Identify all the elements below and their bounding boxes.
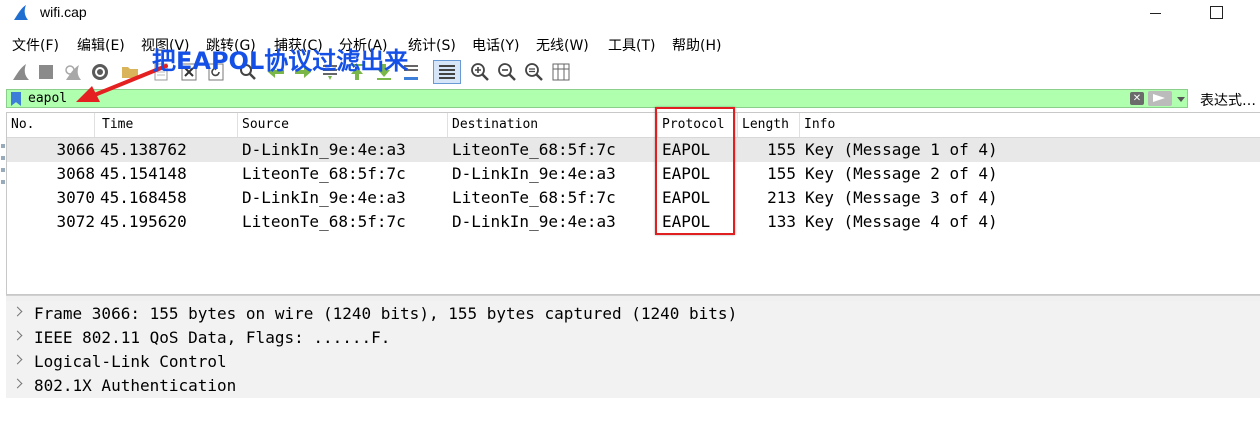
stop-square-icon[interactable] xyxy=(36,62,56,82)
packet-length: 155 xyxy=(767,140,796,159)
menu-help[interactable]: 帮助(H) xyxy=(672,35,721,55)
column-info[interactable]: Info xyxy=(800,113,1260,137)
display-filter-bar: ✕ xyxy=(6,89,1188,108)
expression-button[interactable]: 表达式… xyxy=(1200,90,1256,110)
zoom-in-icon[interactable] xyxy=(470,62,490,82)
minimize-button[interactable] xyxy=(1132,0,1178,28)
bookmark-icon[interactable] xyxy=(11,92,21,106)
column-time[interactable]: Time xyxy=(98,113,238,137)
tree-item-label: IEEE 802.11 QoS Data, Flags: ......F. xyxy=(34,328,391,347)
chevron-right-icon[interactable] xyxy=(12,378,23,389)
packet-list: No. Time Source Destination Protocol Len… xyxy=(6,112,1260,295)
packet-time: 45.195620 xyxy=(100,212,187,231)
apply-filter-button[interactable] xyxy=(1148,91,1172,106)
background-window-edge xyxy=(0,136,6,226)
menu-edit[interactable]: 编辑(E) xyxy=(77,35,125,55)
zoom-out-icon[interactable] xyxy=(497,62,517,82)
packet-details-tree: Frame 3066: 155 bytes on wire (1240 bits… xyxy=(6,301,1260,398)
packet-info: Key (Message 2 of 4) xyxy=(805,164,998,183)
packet-source: LiteonTe_68:5f:7c xyxy=(242,212,406,231)
packet-destination: D-LinkIn_9e:4e:a3 xyxy=(452,212,616,231)
packet-no: 3070 xyxy=(56,188,95,207)
chevron-right-icon[interactable] xyxy=(12,354,23,365)
column-source[interactable]: Source xyxy=(238,113,448,137)
packet-source: LiteonTe_68:5f:7c xyxy=(242,164,406,183)
display-filter-input[interactable] xyxy=(28,90,1123,107)
chevron-right-icon[interactable] xyxy=(12,306,23,317)
packet-row[interactable]: 3072 45.195620 LiteonTe_68:5f:7c D-LinkI… xyxy=(7,210,1260,234)
colorize-icon[interactable] xyxy=(433,60,461,84)
packet-length: 213 xyxy=(767,188,796,207)
protocol-column-highlight-box xyxy=(655,107,735,235)
maximize-button[interactable] xyxy=(1192,0,1238,28)
title-bar: wifi.cap xyxy=(0,0,1260,28)
menu-tools[interactable]: 工具(T) xyxy=(608,35,655,55)
packet-time: 45.168458 xyxy=(100,188,187,207)
packet-info: Key (Message 1 of 4) xyxy=(805,140,998,159)
tree-item-ieee80211[interactable]: IEEE 802.11 QoS Data, Flags: ......F. xyxy=(6,326,1260,350)
packet-destination: LiteonTe_68:5f:7c xyxy=(452,140,616,159)
packet-source: D-LinkIn_9e:4e:a3 xyxy=(242,188,406,207)
packet-row[interactable]: 3070 45.168458 D-LinkIn_9e:4e:a3 LiteonT… xyxy=(7,186,1260,210)
packet-list-header: No. Time Source Destination Protocol Len… xyxy=(7,113,1260,138)
column-length[interactable]: Length xyxy=(738,113,800,137)
tree-item-label: 802.1X Authentication xyxy=(34,376,237,395)
packet-info: Key (Message 4 of 4) xyxy=(805,212,998,231)
packet-no: 3068 xyxy=(56,164,95,183)
packet-source: D-LinkIn_9e:4e:a3 xyxy=(242,140,406,159)
packet-row[interactable]: 3066 45.138762 D-LinkIn_9e:4e:a3 LiteonT… xyxy=(7,138,1260,162)
packet-no: 3072 xyxy=(56,212,95,231)
packet-row[interactable]: 3068 45.154148 LiteonTe_68:5f:7c D-LinkI… xyxy=(7,162,1260,186)
packet-no: 3066 xyxy=(56,140,95,159)
tree-item-llc[interactable]: Logical-Link Control xyxy=(6,350,1260,374)
tree-item-label: Frame 3066: 155 bytes on wire (1240 bits… xyxy=(34,304,738,323)
wireshark-fin-icon xyxy=(14,5,28,20)
filter-history-dropdown[interactable] xyxy=(1175,91,1187,106)
window-title: wifi.cap xyxy=(40,4,87,20)
packet-destination: LiteonTe_68:5f:7c xyxy=(452,188,616,207)
tree-item-frame[interactable]: Frame 3066: 155 bytes on wire (1240 bits… xyxy=(6,302,1260,326)
packet-destination: D-LinkIn_9e:4e:a3 xyxy=(452,164,616,183)
menu-file[interactable]: 文件(F) xyxy=(12,35,59,55)
column-destination[interactable]: Destination xyxy=(448,113,658,137)
clear-filter-button[interactable]: ✕ xyxy=(1130,92,1144,105)
shark-fin-start-icon[interactable] xyxy=(11,62,31,82)
menu-statistics[interactable]: 统计(S) xyxy=(408,35,456,55)
annotation-text: 把EAPOL协议过滤出来 xyxy=(152,47,409,75)
packet-time: 45.138762 xyxy=(100,140,187,159)
normal-size-icon[interactable] xyxy=(524,62,544,82)
tree-item-label: Logical-Link Control xyxy=(34,352,227,371)
resize-columns-icon[interactable] xyxy=(551,62,571,82)
packet-length: 155 xyxy=(767,164,796,183)
menu-telephony[interactable]: 电话(Y) xyxy=(472,35,519,55)
packet-info: Key (Message 3 of 4) xyxy=(805,188,998,207)
chevron-right-icon[interactable] xyxy=(12,330,23,341)
column-no[interactable]: No. xyxy=(7,113,95,137)
packet-length: 133 xyxy=(767,212,796,231)
packet-time: 45.154148 xyxy=(100,164,187,183)
menu-wireless[interactable]: 无线(W) xyxy=(536,35,589,55)
tree-item-8021x[interactable]: 802.1X Authentication xyxy=(6,374,1260,398)
